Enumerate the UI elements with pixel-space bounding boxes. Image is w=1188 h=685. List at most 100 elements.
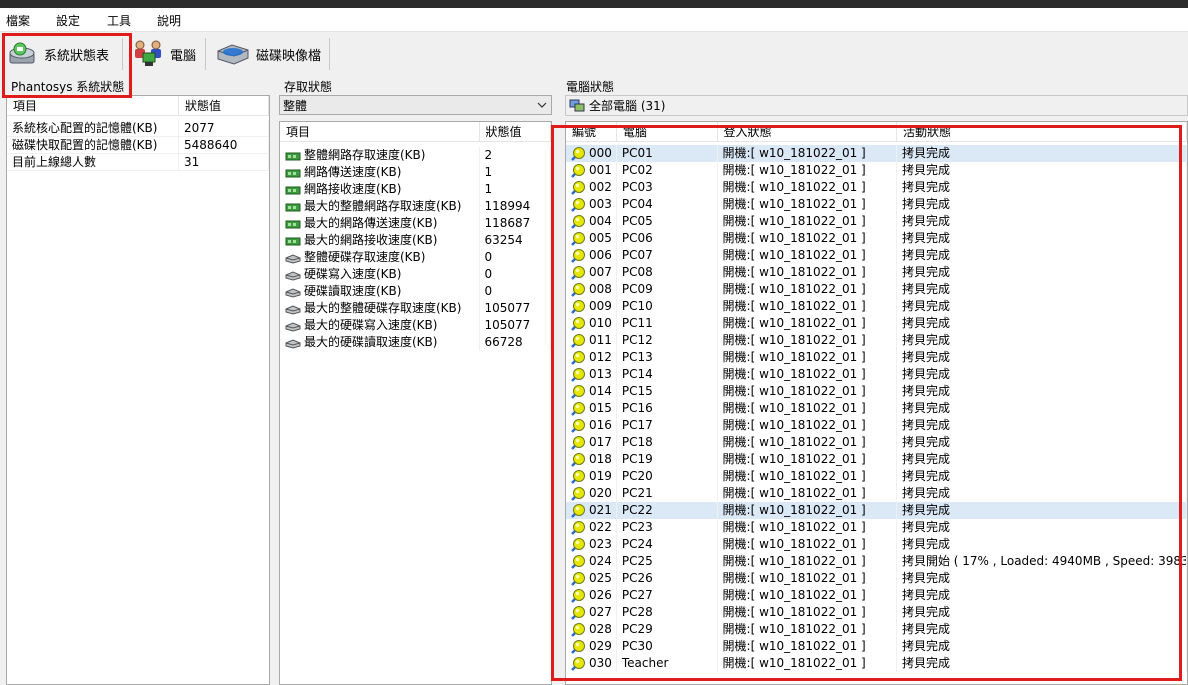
table-row[interactable]: 硬碟讀取速度(KB) 0	[280, 283, 551, 300]
menu-settings[interactable]: 設定	[56, 12, 80, 29]
table-row[interactable]: 網路接收速度(KB) 1	[280, 181, 551, 198]
table-row[interactable]: 017 PC18 開機:[ w10_181022_01 ] 拷貝完成	[566, 434, 1187, 451]
table-row[interactable]: 012 PC13 開機:[ w10_181022_01 ] 拷貝完成	[566, 349, 1187, 366]
id-label: 023	[589, 537, 612, 551]
table-row[interactable]: 最大的整體網路存取速度(KB) 118994	[280, 198, 551, 215]
table-row[interactable]: 011 PC12 開機:[ w10_181022_01 ] 拷貝完成	[566, 332, 1187, 349]
table-row[interactable]: 014 PC15 開機:[ w10_181022_01 ] 拷貝完成	[566, 383, 1187, 400]
table-row[interactable]: 最大的網路傳送速度(KB) 118687	[280, 215, 551, 232]
id-cell: 002	[566, 179, 617, 196]
id-cell: 013	[566, 366, 617, 383]
activity-status-cell: 拷貝完成	[897, 400, 1187, 417]
id-cell: 010	[566, 315, 617, 332]
login-status-cell: 開機:[ w10_181022_01 ]	[718, 655, 897, 672]
column-header-activity-status[interactable]: 活動狀態	[897, 122, 1187, 142]
table-row[interactable]: 022 PC23 開機:[ w10_181022_01 ] 拷貝完成	[566, 519, 1187, 536]
column-header-login-status[interactable]: 登入狀態	[718, 122, 897, 142]
computer-status-icon	[570, 197, 586, 213]
table-row[interactable]: 019 PC20 開機:[ w10_181022_01 ] 拷貝完成	[566, 468, 1187, 485]
table-row[interactable]: 目前上線總人數 31	[7, 154, 269, 171]
table-row[interactable]: 整體網路存取速度(KB) 2	[280, 147, 551, 164]
table-row[interactable]: 023 PC24 開機:[ w10_181022_01 ] 拷貝完成	[566, 536, 1187, 553]
computer-cell: PC20	[617, 468, 718, 485]
table-row[interactable]: 網路傳送速度(KB) 1	[280, 164, 551, 181]
login-status-cell: 開機:[ w10_181022_01 ]	[718, 332, 897, 349]
table-row[interactable]: 008 PC09 開機:[ w10_181022_01 ] 拷貝完成	[566, 281, 1187, 298]
id-label: 003	[589, 197, 612, 211]
table-row[interactable]: 最大的硬碟讀取速度(KB) 66728	[280, 334, 551, 351]
item-cell: 系統核心配置的記憶體(KB)	[7, 120, 179, 136]
table-row[interactable]: 003 PC04 開機:[ w10_181022_01 ] 拷貝完成	[566, 196, 1187, 213]
table-row[interactable]: 000 PC01 開機:[ w10_181022_01 ] 拷貝完成	[566, 145, 1187, 162]
table-row[interactable]: 004 PC05 開機:[ w10_181022_01 ] 拷貝完成	[566, 213, 1187, 230]
system-status-list[interactable]: 項目 狀態值 系統核心配置的記憶體(KB) 2077 磁碟快取配置的記憶體(KB) 5…	[6, 95, 270, 685]
table-row[interactable]: 028 PC29 開機:[ w10_181022_01 ] 拷貝完成	[566, 621, 1187, 638]
value-cell: 2077	[179, 120, 269, 136]
computer-status-icon	[570, 639, 586, 655]
column-header-value[interactable]: 狀態值	[480, 122, 551, 142]
table-row[interactable]: 007 PC08 開機:[ w10_181022_01 ] 拷貝完成	[566, 264, 1187, 281]
id-label: 026	[589, 588, 612, 602]
menu-help[interactable]: 說明	[157, 12, 181, 29]
column-header-id[interactable]: 編號	[566, 122, 617, 142]
table-row[interactable]: 最大的網路接收速度(KB) 63254	[280, 232, 551, 249]
id-cell: 016	[566, 417, 617, 434]
menu-file[interactable]: 檔案	[6, 12, 30, 29]
table-row[interactable]: 026 PC27 開機:[ w10_181022_01 ] 拷貝完成	[566, 587, 1187, 604]
menu-tools[interactable]: 工具	[107, 12, 131, 29]
hard-disk-icon	[285, 286, 301, 298]
login-status-cell: 開機:[ w10_181022_01 ]	[718, 570, 897, 587]
table-row[interactable]: 002 PC03 開機:[ w10_181022_01 ] 拷貝完成	[566, 179, 1187, 196]
hard-disk-icon	[285, 320, 301, 332]
column-header-computer[interactable]: 電腦	[617, 122, 718, 142]
table-row[interactable]: 010 PC11 開機:[ w10_181022_01 ] 拷貝完成	[566, 315, 1187, 332]
table-row[interactable]: 030 Teacher 開機:[ w10_181022_01 ] 拷貝完成	[566, 655, 1187, 672]
disk-image-button[interactable]: 磁碟映像檔	[216, 36, 321, 72]
login-status-cell: 開機:[ w10_181022_01 ]	[718, 536, 897, 553]
table-row[interactable]: 024 PC25 開機:[ w10_181022_01 ] 拷貝開始 ( 17% , …	[566, 553, 1187, 570]
activity-status-cell: 拷貝完成	[897, 604, 1187, 621]
computer-cell: PC25	[617, 553, 718, 570]
computer-status-icon	[570, 214, 586, 230]
table-row[interactable]: 009 PC10 開機:[ w10_181022_01 ] 拷貝完成	[566, 298, 1187, 315]
activity-status-cell: 拷貝完成	[897, 179, 1187, 196]
id-cell: 029	[566, 638, 617, 655]
computer-group-bar[interactable]: 全部電腦 (31)	[565, 95, 1188, 116]
table-row[interactable]: 018 PC19 開機:[ w10_181022_01 ] 拷貝完成	[566, 451, 1187, 468]
computer-status-list[interactable]: 編號 電腦 登入狀態 活動狀態 000 PC01 開機:[ w10_181022_0…	[565, 121, 1188, 685]
computer-cell: PC27	[617, 587, 718, 604]
activity-status-cell: 拷貝完成	[897, 587, 1187, 604]
id-label: 004	[589, 214, 612, 228]
value-cell: 118687	[480, 215, 551, 232]
table-row[interactable]: 005 PC06 開機:[ w10_181022_01 ] 拷貝完成	[566, 230, 1187, 247]
computer-status-icon	[570, 435, 586, 451]
table-row[interactable]: 029 PC30 開機:[ w10_181022_01 ] 拷貝完成	[566, 638, 1187, 655]
computer-status-icon	[570, 231, 586, 247]
table-row[interactable]: 整體硬碟存取速度(KB) 0	[280, 249, 551, 266]
table-row[interactable]: 磁碟快取配置的記憶體(KB) 5488640	[7, 137, 269, 154]
item-cell: 最大的整體網路存取速度(KB)	[280, 198, 480, 215]
table-row[interactable]: 最大的整體硬碟存取速度(KB) 105077	[280, 300, 551, 317]
column-header-item[interactable]: 項目	[280, 122, 480, 142]
table-row[interactable]: 硬碟寫入速度(KB) 0	[280, 266, 551, 283]
table-row[interactable]: 027 PC28 開機:[ w10_181022_01 ] 拷貝完成	[566, 604, 1187, 621]
access-status-list[interactable]: 項目 狀態值 整體網路存取速度(KB) 2 網路傳送速度(KB) 1 網路接收速度(KB…	[279, 121, 552, 685]
value-cell: 31	[179, 154, 269, 170]
table-row[interactable]: 001 PC02 開機:[ w10_181022_01 ] 拷貝完成	[566, 162, 1187, 179]
table-row[interactable]: 系統核心配置的記憶體(KB) 2077	[7, 120, 269, 137]
table-row[interactable]: 015 PC16 開機:[ w10_181022_01 ] 拷貝完成	[566, 400, 1187, 417]
system-status-button[interactable]: 系統狀態表	[8, 36, 109, 72]
login-status-cell: 開機:[ w10_181022_01 ]	[718, 162, 897, 179]
table-row[interactable]: 016 PC17 開機:[ w10_181022_01 ] 拷貝完成	[566, 417, 1187, 434]
table-row[interactable]: 021 PC22 開機:[ w10_181022_01 ] 拷貝完成	[566, 502, 1187, 519]
table-row[interactable]: 025 PC26 開機:[ w10_181022_01 ] 拷貝完成	[566, 570, 1187, 587]
table-row[interactable]: 006 PC07 開機:[ w10_181022_01 ] 拷貝完成	[566, 247, 1187, 264]
column-header-value[interactable]: 狀態值	[179, 96, 269, 116]
table-row[interactable]: 最大的硬碟寫入速度(KB) 105077	[280, 317, 551, 334]
computers-button[interactable]: 電腦	[132, 36, 196, 72]
table-row[interactable]: 013 PC14 開機:[ w10_181022_01 ] 拷貝完成	[566, 366, 1187, 383]
access-scope-dropdown[interactable]: 整體	[279, 95, 552, 115]
table-row[interactable]: 020 PC21 開機:[ w10_181022_01 ] 拷貝完成	[566, 485, 1187, 502]
activity-status-cell: 拷貝完成	[897, 298, 1187, 315]
column-header-item[interactable]: 項目	[7, 96, 179, 116]
